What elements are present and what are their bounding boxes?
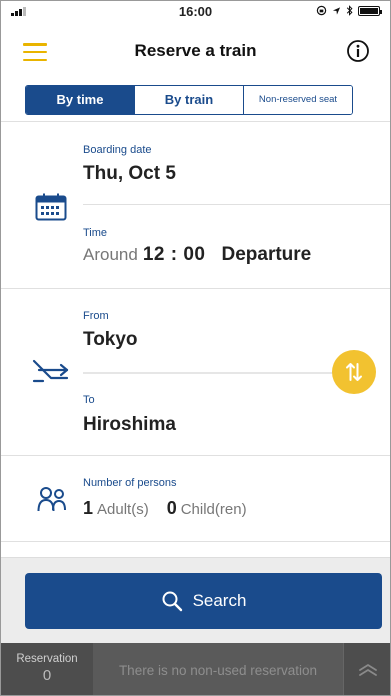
boarding-date-label: Boarding date	[83, 144, 152, 156]
status-bar: 16:00	[1, 1, 390, 23]
reservation-counter[interactable]: Reservation 0	[1, 643, 93, 695]
page-title: Reserve a train	[134, 41, 257, 60]
from-station[interactable]: Tokyo	[83, 329, 138, 351]
reservation-message: There is no non-used reservation	[118, 662, 318, 678]
app-header: Reserve a train	[1, 23, 390, 79]
persons-icon	[37, 487, 66, 512]
time-mode: Departure	[221, 244, 312, 265]
divider	[1, 455, 390, 456]
swap-arrows-icon	[346, 363, 362, 381]
children-unit: Child(ren)	[180, 501, 247, 518]
app-screen: 16:00 Reserve a train By time By train N…	[0, 0, 391, 696]
swap-stations-button[interactable]	[332, 350, 376, 394]
boarding-date-value[interactable]: Thu, Oct 5	[83, 163, 176, 185]
search-button-label: Search	[192, 591, 247, 610]
location-icon	[332, 6, 341, 15]
adults-unit: Adult(s)	[97, 501, 149, 518]
divider	[1, 121, 390, 122]
time-label: Time	[83, 227, 108, 239]
reservation-count: 0	[42, 667, 52, 684]
info-icon[interactable]	[346, 39, 370, 63]
to-label: To	[83, 394, 95, 406]
expand-button[interactable]	[343, 643, 390, 695]
adults-count: 1	[83, 498, 94, 518]
bluetooth-icon	[346, 5, 353, 16]
tab-non-reserved-seat[interactable]: Non-reserved seat	[243, 86, 352, 114]
to-station[interactable]: Hiroshima	[83, 414, 176, 436]
reservation-bar: Reservation 0 There is no non-used reser…	[1, 643, 390, 695]
from-label: From	[83, 310, 109, 322]
divider	[1, 541, 390, 542]
divider	[83, 204, 390, 205]
children-count: 0	[166, 498, 177, 518]
lock-rotation-icon	[316, 5, 327, 16]
search-button[interactable]: Search	[25, 573, 382, 629]
calendar-icon	[35, 193, 67, 221]
time-prefix: Around	[83, 245, 138, 264]
status-icons	[316, 5, 382, 16]
reservation-label: Reservation	[16, 653, 78, 665]
time-selector[interactable]: Around 12 : 00 Departure	[83, 244, 311, 266]
tab-by-train[interactable]: By train	[134, 86, 243, 114]
persons-selector[interactable]: 1 Adult(s) 0 Child(ren)	[83, 498, 247, 519]
route-separator	[83, 372, 355, 374]
divider	[1, 288, 390, 289]
tab-by-time[interactable]: By time	[26, 86, 134, 114]
double-chevron-up-icon	[359, 664, 377, 676]
search-mode-tabs: By time By train Non-reserved seat	[25, 85, 353, 115]
battery-icon	[358, 5, 382, 16]
search-icon	[162, 591, 182, 612]
time-value: 12 : 00	[142, 244, 206, 265]
persons-label: Number of persons	[83, 477, 177, 489]
route-arrows-icon	[32, 359, 69, 383]
